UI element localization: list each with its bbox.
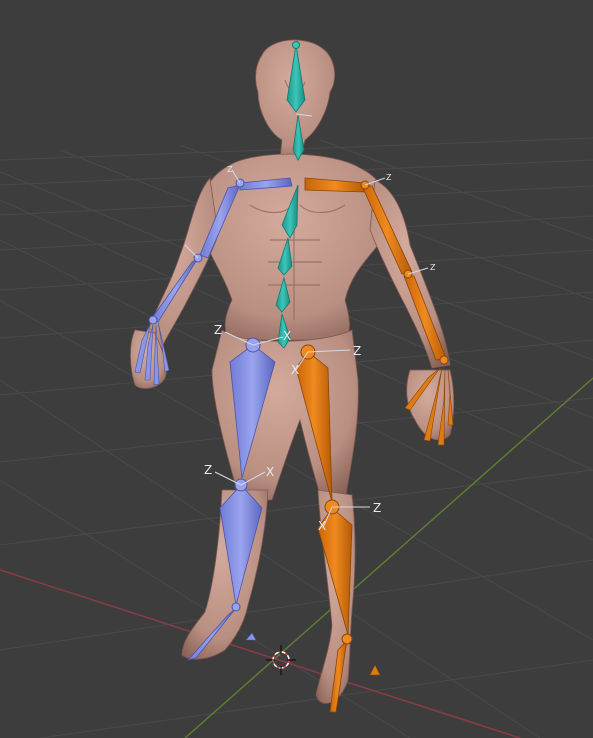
left-toe-bone[interactable] <box>245 632 257 641</box>
left-wrist-joint[interactable] <box>148 315 158 325</box>
viewport-canvas[interactable]: Z X Z X Z X Z X Z Z Z <box>0 0 593 738</box>
right-toe-bone[interactable] <box>369 664 381 676</box>
3d-viewport[interactable]: Z X Z X Z X Z X Z Z Z <box>0 0 593 738</box>
z-label-right-knee: Z <box>373 501 381 515</box>
right-wrist-joint[interactable] <box>439 355 449 365</box>
left-ankle-joint[interactable] <box>231 602 241 612</box>
z-label-right-elbow: Z <box>430 263 436 272</box>
x-label-left-knee: X <box>266 465 274 479</box>
x-label-right-knee: X <box>318 519 326 533</box>
z-label-right-shoulder: Z <box>386 173 392 182</box>
z-label-left-shoulder: Z <box>227 165 233 174</box>
right-ankle-joint[interactable] <box>341 633 353 645</box>
z-label-left-knee: Z <box>204 463 212 477</box>
z-label-right-hip: Z <box>353 344 361 358</box>
head-bone-joint[interactable] <box>292 41 300 49</box>
x-label-left-hip: X <box>283 329 291 343</box>
z-label-left-hip: Z <box>214 323 222 337</box>
x-label-right-hip: X <box>291 363 299 377</box>
x-axis-line <box>0 569 521 738</box>
